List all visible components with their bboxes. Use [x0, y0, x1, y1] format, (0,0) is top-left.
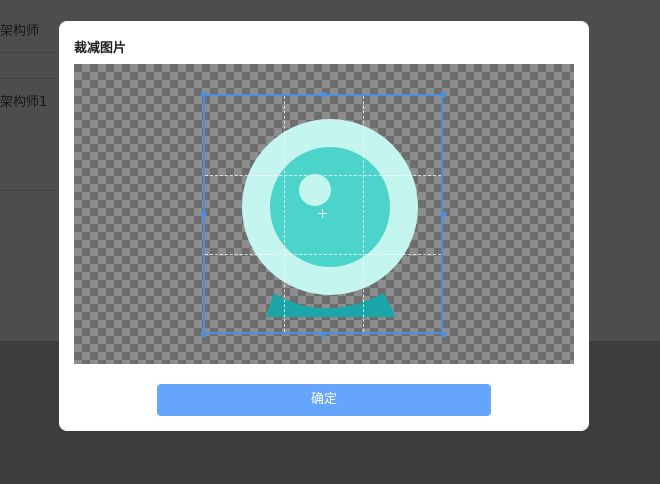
dialog-title: 裁减图片: [74, 41, 127, 56]
crop-handle-top-right[interactable]: [441, 92, 446, 97]
crop-guide-line: [205, 254, 441, 255]
crop-canvas[interactable]: [74, 64, 574, 364]
crop-handle-top-left[interactable]: [201, 92, 206, 97]
confirm-button[interactable]: 确定: [157, 384, 491, 416]
crop-handle-top[interactable]: [321, 92, 326, 97]
crop-handle-left[interactable]: [201, 212, 206, 217]
crop-center-crosshair-icon: [318, 209, 328, 219]
crop-guide-line: [363, 96, 364, 332]
crop-handle-bottom-left[interactable]: [201, 332, 206, 337]
crop-selection-box[interactable]: [201, 92, 446, 337]
crop-handle-right[interactable]: [441, 212, 446, 217]
crop-handle-bottom[interactable]: [321, 332, 326, 337]
crop-guide-line: [205, 175, 441, 176]
crop-guide-line: [284, 96, 285, 332]
crop-image-dialog: 裁减图片 确定: [59, 21, 589, 431]
crop-handle-bottom-right[interactable]: [441, 332, 446, 337]
